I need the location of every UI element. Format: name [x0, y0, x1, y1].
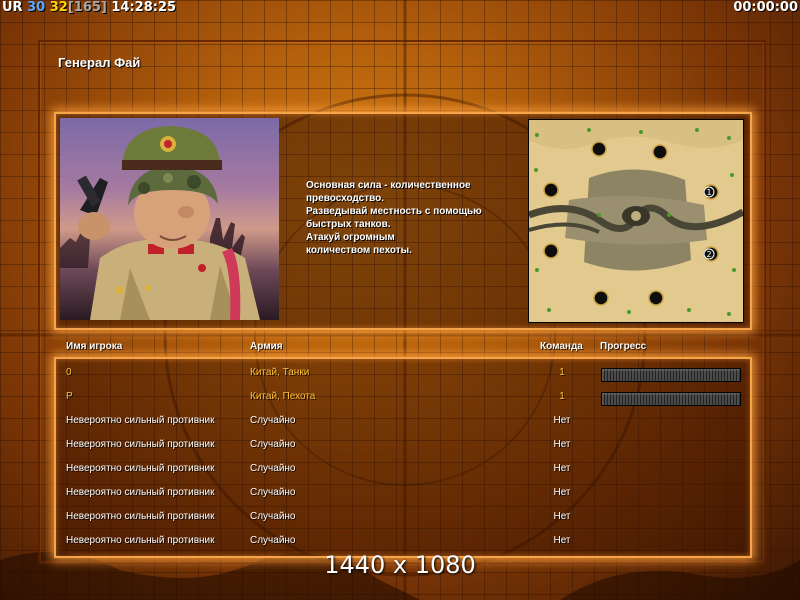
minimap-start-label: 2 [706, 250, 711, 259]
player-team: Нет [553, 439, 571, 450]
hud-ur-label: UR [2, 0, 23, 15]
hud-value-yellow: 32 [49, 0, 68, 15]
player-army: Случайно [250, 511, 296, 522]
player-name: Невероятно сильный противник [66, 463, 215, 474]
player-name: Невероятно сильный противник [66, 535, 215, 546]
loading-progress-bar [601, 392, 741, 406]
player-team: Нет [553, 511, 571, 522]
player-team: Нет [553, 535, 571, 546]
table-row: Невероятно сильный противник Случайно Не… [0, 483, 800, 503]
general-portrait [60, 118, 279, 320]
player-army: Китай, Пехота [250, 391, 316, 402]
minimap-image: 1 2 [529, 120, 743, 322]
minimap[interactable]: 1 2 [528, 119, 744, 323]
player-army: Случайно [250, 535, 296, 546]
player-army: Случайно [250, 487, 296, 498]
hud-value-blue: 30 [27, 0, 46, 15]
table-row: Невероятно сильный противник Случайно Не… [0, 531, 800, 551]
player-name: Невероятно сильный противник [66, 487, 215, 498]
player-team: Нет [553, 415, 571, 426]
minimap-start-label: 1 [706, 188, 711, 197]
hud-clock: 14:28:25 [111, 0, 177, 15]
player-army: Случайно [250, 439, 296, 450]
general-title: Генерал Фай [58, 55, 141, 70]
hud-value-gray: [165] [67, 0, 107, 15]
resolution-overlay: 1440 x 1080 [324, 551, 476, 579]
header-army: Армия [250, 341, 283, 352]
hud-stats: UR 30 32[165] 14:28:25 [2, 0, 176, 15]
player-name: 0 [66, 367, 72, 378]
general-description: Основная сила - количественное превосход… [306, 180, 482, 256]
player-name: Невероятно сильный противник [66, 439, 215, 450]
table-row: 0 Китай, Танки 1 [0, 363, 800, 383]
player-name: Невероятно сильный противник [66, 511, 215, 522]
general-portrait-image [60, 126, 260, 320]
player-army: Китай, Танки [250, 367, 310, 378]
player-name: Невероятно сильный противник [66, 415, 215, 426]
header-progress: Прогресс [600, 341, 647, 352]
table-row: P Китай, Пехота 1 [0, 387, 800, 407]
player-team: 1 [559, 391, 565, 402]
player-team: Нет [553, 487, 571, 498]
table-row: Невероятно сильный противник Случайно Не… [0, 507, 800, 527]
table-row: Невероятно сильный противник Случайно Не… [0, 411, 800, 431]
table-row: Невероятно сильный противник Случайно Не… [0, 459, 800, 479]
player-army: Случайно [250, 463, 296, 474]
header-team: Команда [540, 341, 583, 352]
table-row: Невероятно сильный противник Случайно Не… [0, 435, 800, 455]
loading-progress-bar [601, 368, 741, 382]
header-player-name: Имя игрока [66, 341, 123, 352]
player-team: 1 [559, 367, 565, 378]
player-team: Нет [553, 463, 571, 474]
player-name: P [66, 391, 73, 402]
player-army: Случайно [250, 415, 296, 426]
hud-timer: 00:00:00 [733, 0, 798, 15]
